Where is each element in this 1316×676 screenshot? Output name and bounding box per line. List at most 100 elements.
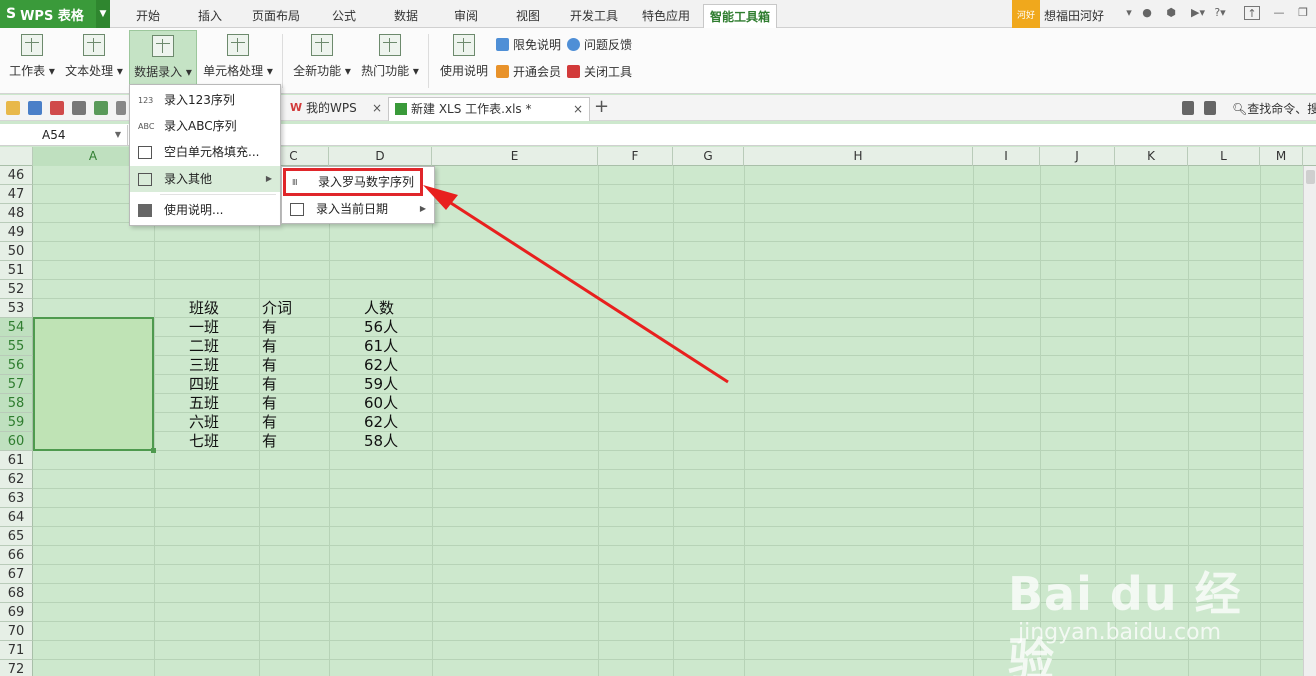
selected-range[interactable]	[33, 317, 154, 451]
menu-item-roman-numerals[interactable]: Ⅲ 录入罗马数字序列	[283, 168, 423, 196]
column-header-d[interactable]: D	[329, 147, 432, 166]
print-icon[interactable]	[72, 101, 86, 115]
table-cell[interactable]: 有	[262, 432, 277, 451]
new-features-button[interactable]: 全新功能 ▾	[290, 30, 354, 90]
tab-developer[interactable]: 开发工具	[562, 4, 626, 28]
user-name[interactable]: 想福田河好	[1044, 7, 1104, 24]
table-header-cell[interactable]: 人数	[364, 299, 394, 318]
table-cell[interactable]: 有	[262, 337, 277, 356]
row-header-51[interactable]: 51	[0, 261, 33, 280]
row-header-57[interactable]: 57	[0, 375, 33, 394]
row-header-60[interactable]: 60	[0, 432, 33, 451]
table-header-cell[interactable]: 班级	[189, 299, 219, 318]
menu-item-other-entry[interactable]: 录入其他 ▶	[130, 166, 280, 192]
cell-processing-button[interactable]: 单元格处理 ▾	[200, 30, 276, 90]
tab-review[interactable]: 审阅	[442, 4, 490, 28]
select-all-corner[interactable]	[0, 147, 33, 166]
tab-start[interactable]: 开始	[124, 4, 172, 28]
open-membership-link[interactable]: 开通会员	[496, 63, 561, 81]
table-cell[interactable]: 62人	[364, 356, 398, 375]
menu-item-instructions[interactable]: 使用说明...	[130, 197, 280, 223]
row-header-47[interactable]: 47	[0, 185, 33, 204]
row-header-54[interactable]: 54	[0, 318, 33, 337]
table-cell[interactable]: 五班	[189, 394, 219, 413]
row-header-55[interactable]: 55	[0, 337, 33, 356]
tab-xls-file[interactable]: 新建 XLS 工作表.xls * ×	[388, 97, 590, 121]
close-tool-link[interactable]: 关闭工具	[567, 63, 632, 81]
close-icon[interactable]: ×	[573, 98, 583, 120]
row-header-67[interactable]: 67	[0, 565, 33, 584]
tab-insert[interactable]: 插入	[186, 4, 234, 28]
chevron-down-icon[interactable]: ▼	[96, 0, 110, 28]
vertical-scrollbar[interactable]	[1303, 166, 1316, 676]
preview-icon[interactable]	[94, 101, 108, 115]
row-header-71[interactable]: 71	[0, 641, 33, 660]
row-header-48[interactable]: 48	[0, 204, 33, 223]
row-header-53[interactable]: 53	[0, 299, 33, 318]
text-processing-button[interactable]: 文本处理 ▾	[62, 30, 126, 90]
table-cell[interactable]: 58人	[364, 432, 398, 451]
scrollbar-thumb[interactable]	[1306, 170, 1315, 184]
tab-smart-toolbox[interactable]: 智能工具箱	[703, 4, 777, 28]
table-cell[interactable]: 56人	[364, 318, 398, 337]
table-cell[interactable]: 有	[262, 375, 277, 394]
row-header-70[interactable]: 70	[0, 622, 33, 641]
column-header-i[interactable]: I	[973, 147, 1040, 166]
table-header-cell[interactable]: 介词	[262, 299, 292, 318]
menu-item-abc-sequence[interactable]: ABC 录入ABC序列	[130, 113, 280, 139]
name-box[interactable]: A54 ▼	[0, 125, 128, 145]
upload-icon[interactable]: ↑	[1244, 6, 1260, 20]
table-cell[interactable]: 59人	[364, 375, 398, 394]
row-header-63[interactable]: 63	[0, 489, 33, 508]
table-cell[interactable]: 二班	[189, 337, 219, 356]
table-cell[interactable]: 有	[262, 413, 277, 432]
table-cell[interactable]: 一班	[189, 318, 219, 337]
row-header-56[interactable]: 56	[0, 356, 33, 375]
fill-handle[interactable]	[151, 448, 156, 453]
wps-app-menu-button[interactable]: S WPS 表格 ▼	[0, 0, 110, 28]
feedback-link[interactable]: 问题反馈	[567, 36, 632, 54]
column-header-l[interactable]: L	[1188, 147, 1260, 166]
row-header-72[interactable]: 72	[0, 660, 33, 676]
row-header-52[interactable]: 52	[0, 280, 33, 299]
table-cell[interactable]: 四班	[189, 375, 219, 394]
menu-item-123-sequence[interactable]: 123 录入123序列	[130, 87, 280, 113]
row-header-69[interactable]: 69	[0, 603, 33, 622]
worksheet-button[interactable]: 工作表 ▾	[6, 30, 58, 90]
help-icon[interactable]: ?▾	[1210, 6, 1230, 20]
table-cell[interactable]: 60人	[364, 394, 398, 413]
table-cell[interactable]: 有	[262, 318, 277, 337]
free-notice-link[interactable]: 限免说明	[496, 36, 561, 54]
new-tab-button[interactable]: +	[594, 96, 609, 117]
row-header-61[interactable]: 61	[0, 451, 33, 470]
user-avatar[interactable]: 河好	[1012, 0, 1040, 28]
table-cell[interactable]: 有	[262, 394, 277, 413]
find-command-search[interactable]: 🔍︎查找命令、搜	[1232, 100, 1316, 117]
table-cell[interactable]: 六班	[189, 413, 219, 432]
row-header-59[interactable]: 59	[0, 413, 33, 432]
skin-icon[interactable]: ●	[1140, 6, 1154, 20]
table-cell[interactable]: 三班	[189, 356, 219, 375]
instructions-button[interactable]: 使用说明	[436, 30, 492, 90]
row-header-62[interactable]: 62	[0, 470, 33, 489]
table-cell[interactable]: 61人	[364, 337, 398, 356]
minimize-icon[interactable]: —	[1272, 6, 1286, 20]
row-header-66[interactable]: 66	[0, 546, 33, 565]
settings-icon[interactable]: ⬢	[1164, 6, 1178, 20]
row-header-68[interactable]: 68	[0, 584, 33, 603]
menu-item-blank-fill[interactable]: 空白单元格填充...	[130, 139, 280, 165]
column-header-e[interactable]: E	[432, 147, 598, 166]
column-header-k[interactable]: K	[1115, 147, 1188, 166]
mark-icon[interactable]	[1204, 101, 1216, 115]
row-header-58[interactable]: 58	[0, 394, 33, 413]
column-header-f[interactable]: F	[598, 147, 673, 166]
table-cell[interactable]: 七班	[189, 432, 219, 451]
undo-icon[interactable]	[116, 101, 126, 115]
table-cell[interactable]: 62人	[364, 413, 398, 432]
tab-special-apps[interactable]: 特色应用	[634, 4, 698, 28]
tab-formula[interactable]: 公式	[320, 4, 368, 28]
tab-view[interactable]: 视图	[504, 4, 552, 28]
data-entry-button[interactable]: 数据录入 ▾	[129, 30, 197, 90]
column-header-m[interactable]: M	[1260, 147, 1303, 166]
table-cell[interactable]: 有	[262, 356, 277, 375]
